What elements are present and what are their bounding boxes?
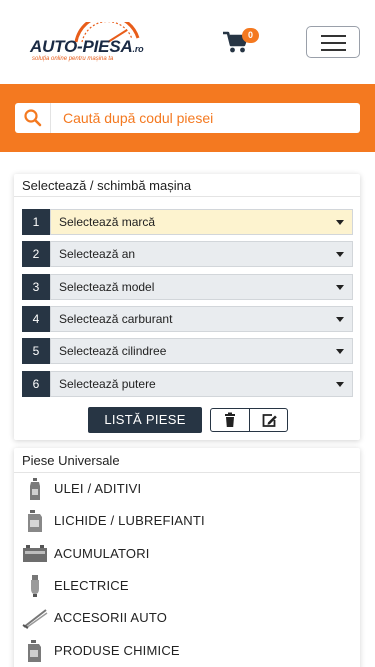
step-number: 2 [22,241,50,267]
caret-down-icon [336,252,344,257]
search-icon[interactable] [15,103,51,133]
select-power-row[interactable]: 6 Selectează putere [22,371,353,397]
edit-icon [262,414,277,427]
logo-tagline: soluția online pentru mașina ta [32,56,114,62]
select-displacement-dropdown[interactable]: Selectează cilindree [50,338,353,364]
category-label: LICHIDE / LUBREFIANTI [54,513,205,528]
step-number: 1 [22,209,50,235]
select-year-dropdown[interactable]: Selectează an [50,241,353,267]
step-number: 3 [22,274,50,300]
category-label: PRODUSE CHIMICE [54,643,180,658]
search-box[interactable] [15,103,360,133]
chemical-can-icon [28,640,41,662]
caret-down-icon [336,317,344,322]
hamburger-icon [321,35,346,37]
caret-down-icon [336,285,344,290]
select-power-dropdown[interactable]: Selectează putere [50,371,353,397]
caret-down-icon [336,349,344,354]
category-oil-additives[interactable]: ULEI / ADITIVI [22,475,352,503]
category-batteries[interactable]: ACUMULATORI [22,540,352,568]
select-brand-row[interactable]: 1 Selectează marcă [22,209,353,235]
divider [14,472,360,473]
site-header: AUTO-PIESA.ro soluția online pentru mași… [0,0,375,84]
bulb-icon [31,575,39,597]
category-label: ULEI / ADITIVI [54,481,142,496]
delete-car-button[interactable] [211,409,250,431]
select-displacement-row[interactable]: 5 Selectează cilindree [22,338,353,364]
select-brand-dropdown[interactable]: Selectează marcă [50,209,353,235]
select-fuel-row[interactable]: 4 Selectează carburant [22,306,353,332]
logo-text: AUTO-PIESA.ro [30,37,144,56]
universal-parts-card: Piese Universale ULEI / ADITIVI LICHIDE … [14,448,360,667]
oil-bottle-icon [30,478,40,500]
site-logo[interactable]: AUTO-PIESA.ro soluția online pentru mași… [30,22,160,66]
category-car-accessories[interactable]: ACCESORII AUTO [22,604,352,632]
category-label: ACUMULATORI [54,546,150,561]
car-actions-group [210,408,288,432]
step-number: 6 [22,371,50,397]
divider [14,196,360,197]
category-label: ACCESORII AUTO [54,610,168,625]
parts-list-button[interactable]: LISTĂ PIESE [88,407,202,433]
select-model-row[interactable]: 3 Selectează model [22,274,353,300]
step-number: 5 [22,338,50,364]
menu-toggle-button[interactable] [306,26,360,58]
trash-icon [225,412,235,427]
universal-parts-title: Piese Universale [22,453,120,468]
search-input[interactable] [63,103,353,133]
wiper-icon [22,609,48,629]
caret-down-icon [336,220,344,225]
cart-count-badge: 0 [242,28,259,43]
category-label: ELECTRICE [54,578,129,593]
select-year-row[interactable]: 2 Selectează an [22,241,353,267]
edit-car-button[interactable] [249,409,288,431]
select-model-dropdown[interactable]: Selectează model [50,274,353,300]
select-fuel-dropdown[interactable]: Selectează carburant [50,306,353,332]
category-electrical[interactable]: ELECTRICE [22,572,352,600]
step-number: 4 [22,306,50,332]
category-fluids-lubricants[interactable]: LICHIDE / LUBREFIANTI [22,507,352,535]
battery-icon [23,545,47,562]
car-selector-title: Selectează / schimbă mașina [22,178,192,193]
caret-down-icon [336,382,344,387]
car-selector-card: Selectează / schimbă mașina 1 Selectează… [14,174,360,440]
category-chemical-products[interactable]: PRODUSE CHIMICE [22,637,352,665]
fluid-canister-icon [28,510,42,532]
